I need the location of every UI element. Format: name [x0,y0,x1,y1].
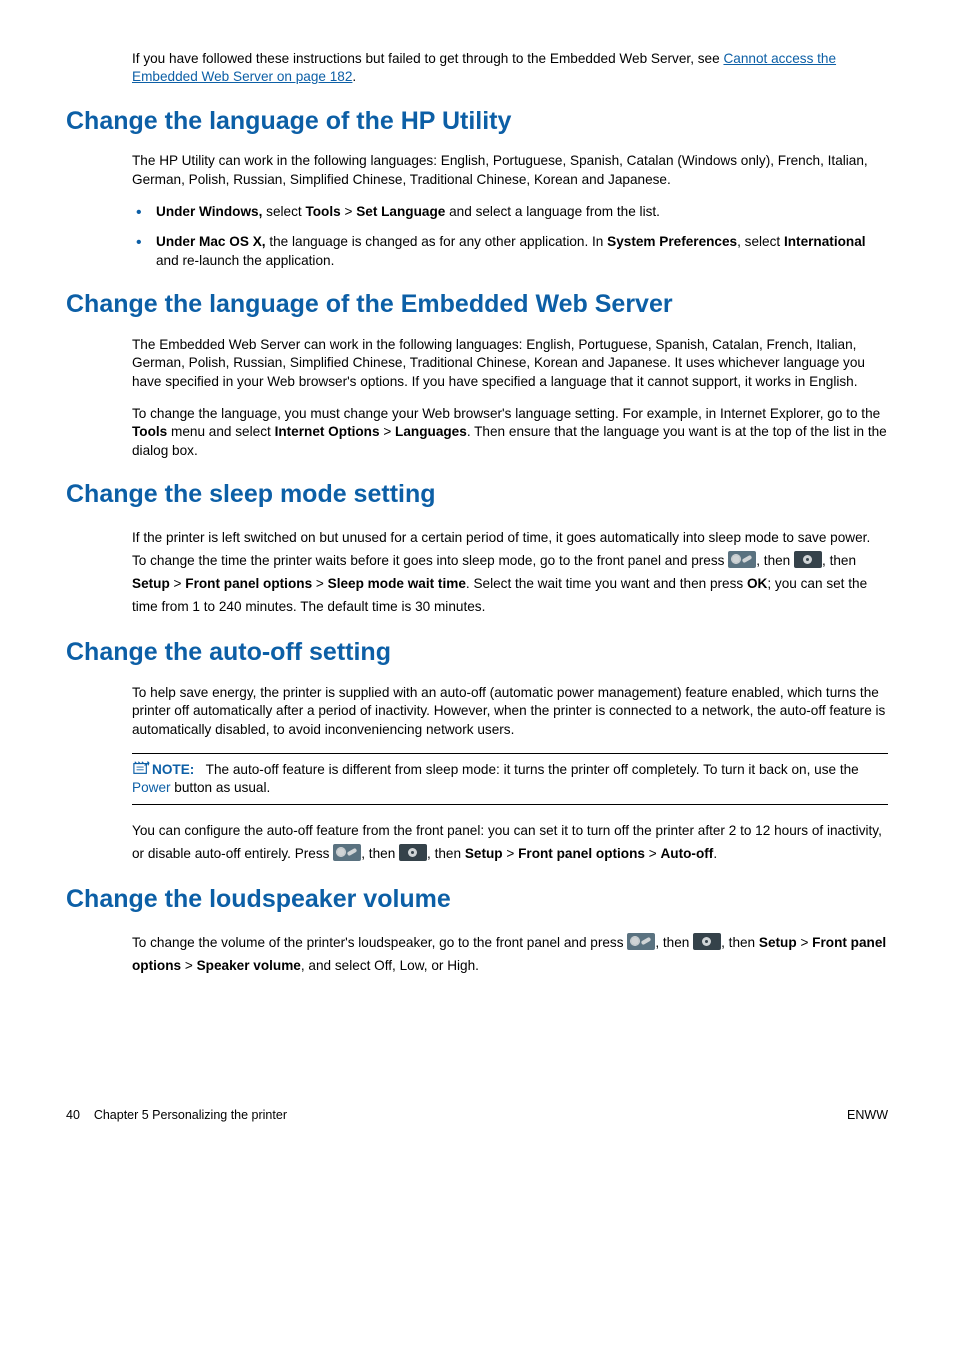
text: select [262,204,305,219]
heading-ews-language: Change the language of the Embedded Web … [66,288,888,322]
text: button as usual. [171,780,271,795]
text: > [181,958,197,973]
heading-sleep-mode: Change the sleep mode setting [66,478,888,512]
text-bold: System Preferences [607,234,737,249]
paragraph: To help save energy, the printer is supp… [132,684,888,739]
page-number: 40 [66,1108,80,1122]
text: , then [427,846,465,861]
text: To change the volume of the printer's lo… [132,935,627,950]
text-bold: Sleep mode wait time [328,576,466,591]
list-item: Under Windows, select Tools > Set Langua… [132,203,888,221]
text-bold: Tools [305,204,340,219]
settings-wrench-icon [728,551,756,568]
paragraph: The Embedded Web Server can work in the … [132,336,888,391]
paragraph: You can configure the auto-off feature f… [132,819,888,865]
text: > [170,576,186,591]
text-bold: Tools [132,424,167,439]
text: , then [822,553,856,568]
text: The auto-off feature is different from s… [206,762,859,777]
section-body: To change the volume of the printer's lo… [132,931,888,977]
text: > [645,846,661,861]
text: , then [721,935,759,950]
chapter-title: Chapter 5 Personalizing the printer [94,1108,287,1122]
paragraph: If the printer is left switched on but u… [132,526,888,618]
heading-loudspeaker: Change the loudspeaker volume [66,883,888,917]
text: the language is changed as for any other… [266,234,608,249]
settings-gear-icon [794,551,822,568]
text-bold: Set Language [356,204,445,219]
text: , then [655,935,693,950]
bullet-list: Under Windows, select Tools > Set Langua… [132,203,888,270]
paragraph: To change the volume of the printer's lo… [132,931,888,977]
settings-wrench-icon [333,844,361,861]
text: , then [756,553,794,568]
intro-paragraph: If you have followed these instructions … [132,50,888,87]
text: , then [361,846,399,861]
note-label: NOTE: [152,762,194,777]
text: If you have followed these instructions … [132,51,723,66]
text-bold: Front panel options [185,576,312,591]
text-bold: Under Mac OS X, [156,234,266,249]
text-bold: Setup [132,576,170,591]
text: , select [737,234,784,249]
text: . [352,69,356,84]
text: To change the language, you must change … [132,406,880,421]
paragraph: The HP Utility can work in the following… [132,152,888,189]
text: > [503,846,519,861]
text-bold: Front panel options [518,846,645,861]
text: > [380,424,396,439]
heading-auto-off: Change the auto-off setting [66,636,888,670]
text-bold: Speaker volume [197,958,301,973]
text: and re-launch the application. [156,253,334,268]
text: , and select Off, Low, or High. [301,958,479,973]
section-body: If the printer is left switched on but u… [132,526,888,618]
list-item: Under Mac OS X, the language is changed … [132,233,888,270]
settings-wrench-icon [627,933,655,950]
text: . [713,846,717,861]
text-bold: Under Windows, [156,204,262,219]
text-bold: Languages [395,424,467,439]
paragraph: To change the language, you must change … [132,405,888,460]
footer-right: ENWW [847,1107,888,1124]
text: . Select the wait time you want and then… [466,576,747,591]
text: > [341,204,357,219]
section-body: The Embedded Web Server can work in the … [132,336,888,460]
section-body: To help save energy, the printer is supp… [132,684,888,865]
section-body: The HP Utility can work in the following… [132,152,888,270]
text-bold: Setup [465,846,503,861]
footer-left: 40 Chapter 5 Personalizing the printer [66,1107,287,1124]
note-block: NOTE: The auto-off feature is different … [132,753,888,805]
text-bold: International [784,234,866,249]
power-button-text: Power [132,780,171,795]
text: and select a language from the list. [445,204,660,219]
text-bold: Setup [759,935,797,950]
settings-gear-icon [399,844,427,861]
text-bold: OK [747,576,767,591]
text: > [312,576,328,591]
text-bold: Auto-off [660,846,713,861]
page-footer: 40 Chapter 5 Personalizing the printer E… [66,1107,888,1124]
intro-block: If you have followed these instructions … [132,50,888,87]
settings-gear-icon [693,933,721,950]
text: > [797,935,813,950]
text-bold: Internet Options [275,424,380,439]
heading-hp-utility-language: Change the language of the HP Utility [66,105,888,139]
text: menu and select [167,424,274,439]
note-icon [132,760,150,776]
